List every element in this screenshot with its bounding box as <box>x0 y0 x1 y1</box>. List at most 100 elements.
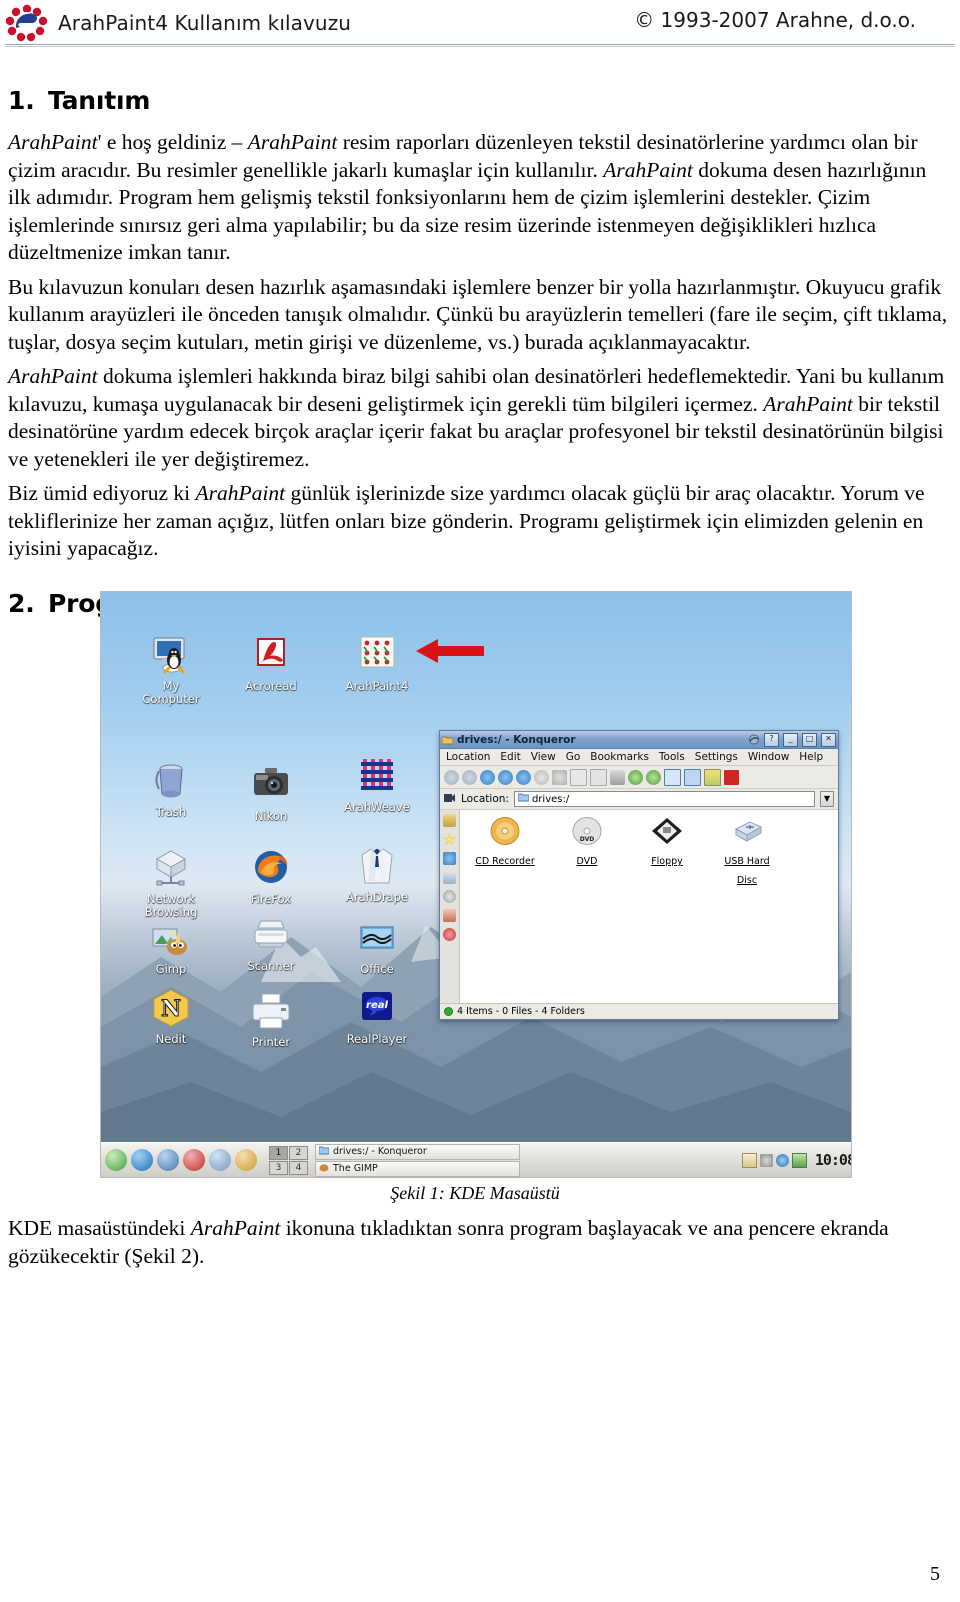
location-input[interactable]: drives:/ <box>513 791 815 807</box>
konqueror-window[interactable]: drives:/ - Konqueror ? _ □ ✕ Location Ed… <box>439 730 839 1020</box>
pager-desktop-2[interactable]: 2 <box>289 1145 308 1160</box>
minimize-window-button[interactable]: _ <box>783 732 798 747</box>
desktop-icon-label: Acroread <box>245 679 297 693</box>
menu-window[interactable]: Window <box>748 751 789 763</box>
print-icon[interactable] <box>610 769 625 785</box>
paragraph-3: ArahPaint dokuma işlemleri hakkında bira… <box>8 364 945 471</box>
kmenu-icon[interactable] <box>105 1149 127 1171</box>
help-icon[interactable] <box>183 1149 205 1171</box>
desktop-icon-network-browsing[interactable]: Network Browsing <box>123 847 219 919</box>
menu-bookmarks[interactable]: Bookmarks <box>590 751 649 763</box>
stop-icon[interactable] <box>534 769 549 785</box>
close-window-button[interactable]: ✕ <box>821 732 836 747</box>
menu-help[interactable]: Help <box>799 751 823 763</box>
desktop-icon-label: My Computer <box>142 679 200 706</box>
forward-icon[interactable] <box>480 769 495 785</box>
view-detail-mode[interactable] <box>684 768 701 786</box>
system-tray[interactable]: 10:08 <box>741 1151 851 1169</box>
network-tray-icon[interactable] <box>775 1153 789 1167</box>
services-icon[interactable] <box>443 928 456 941</box>
desktop-icon-office[interactable]: Office <box>329 917 425 976</box>
konqueror-logo-icon[interactable] <box>724 769 739 785</box>
drive-dvd[interactable]: DVD DVD <box>548 816 626 868</box>
copy-icon[interactable] <box>570 768 587 786</box>
desktop-icon-nedit[interactable]: N Nedit <box>123 987 219 1046</box>
up-icon[interactable] <box>444 769 459 785</box>
drive-cd-recorder[interactable]: CD Recorder <box>466 816 544 868</box>
help-window-button[interactable]: ? <box>764 732 779 747</box>
kde-taskbar[interactable]: 1 2 3 4 drives:/ - Konqueror The GIMP 10… <box>101 1142 851 1177</box>
menu-tools[interactable]: Tools <box>659 751 685 763</box>
location-label: Location: <box>461 793 509 805</box>
pager-desktop-4[interactable]: 4 <box>289 1160 308 1175</box>
location-dropdown-icon[interactable]: ▼ <box>820 791 834 807</box>
task-label: drives:/ - Konqueror <box>333 1146 427 1157</box>
desktop-icon-realplayer[interactable]: real RealPlayer <box>329 987 425 1046</box>
desktop-icon-arahweave[interactable]: ArahWeave <box>329 755 425 814</box>
history-icon[interactable] <box>443 814 456 827</box>
tail-paragraph-wrap: KDE masaüstündeki ArahPaint ikonuna tıkl… <box>8 1215 952 1277</box>
media-icon[interactable] <box>443 890 456 903</box>
paste-icon[interactable] <box>590 768 607 786</box>
desktop-icon-firefox[interactable]: FireFox <box>223 847 319 906</box>
desktop-icon-arahpaint4[interactable]: ArahPaint4 <box>329 634 425 693</box>
home-blue-icon[interactable] <box>443 852 456 865</box>
home-icon[interactable] <box>498 769 513 785</box>
pager-desktop-3[interactable]: 3 <box>269 1160 288 1175</box>
maximize-window-button[interactable]: □ <box>802 732 817 747</box>
svg-text:real: real <box>366 1000 388 1011</box>
task-konqueror[interactable]: drives:/ - Konqueror <box>315 1143 520 1160</box>
konqueror-toolbar[interactable] <box>440 766 838 789</box>
desktop-icon-printer[interactable]: Printer <box>223 990 319 1049</box>
home-folder-icon[interactable] <box>131 1149 153 1171</box>
menu-settings[interactable]: Settings <box>695 751 738 763</box>
header-divider <box>6 44 954 47</box>
konqueror-titlebar[interactable]: drives:/ - Konqueror ? _ □ ✕ <box>440 731 838 749</box>
desktop-icon-trash[interactable]: Trash <box>123 760 219 819</box>
desktop-icon-my-computer[interactable]: My Computer <box>123 634 219 706</box>
konqueror-file-view[interactable]: CD Recorder DVD DVD Floppy USB Hard Disc <box>460 810 838 1003</box>
network-icon[interactable] <box>443 871 456 884</box>
display-tray-icon[interactable] <box>791 1152 807 1168</box>
pager-desktop-1[interactable]: 1 <box>269 1145 288 1160</box>
drive-floppy[interactable]: Floppy <box>628 816 706 868</box>
desktop-icon-gimp[interactable]: Gimp <box>123 917 219 976</box>
menu-edit[interactable]: Edit <box>500 751 520 763</box>
cut-icon[interactable] <box>552 769 567 785</box>
konqueror-icon[interactable] <box>209 1149 231 1171</box>
desktop-icon-scanner[interactable]: Scanner <box>223 914 319 973</box>
reload-icon[interactable] <box>516 769 531 785</box>
menu-view[interactable]: View <box>531 751 556 763</box>
konqueror-sidebar[interactable] <box>440 810 460 1003</box>
bookmark-star-icon[interactable] <box>443 833 456 845</box>
view-tree-mode[interactable] <box>704 768 721 786</box>
network-browsing-icon <box>148 847 194 891</box>
klipper-icon[interactable] <box>741 1152 757 1168</box>
back-icon[interactable] <box>462 769 477 785</box>
desktop-icon-arahdrape[interactable]: ArahDrape <box>329 845 425 904</box>
konqueror-menubar[interactable]: Location Edit View Go Bookmarks Tools Se… <box>440 749 838 766</box>
image-viewer-icon[interactable] <box>157 1149 179 1171</box>
drive-usb-hard-disc[interactable]: USB Hard Disc <box>708 816 786 887</box>
location-arrow-icon <box>444 793 456 806</box>
scanner-icon <box>248 914 294 958</box>
taskbar-task-list[interactable]: drives:/ - Konqueror The GIMP <box>315 1143 520 1177</box>
office-icon <box>354 917 400 961</box>
root-folder-icon[interactable] <box>443 909 456 922</box>
printer-icon <box>248 990 294 1034</box>
zoom-out-icon[interactable] <box>646 769 661 785</box>
svg-text:N: N <box>161 996 181 1022</box>
menu-go[interactable]: Go <box>566 751 581 763</box>
desktop-icon-label: Office <box>360 962 394 976</box>
kate-icon[interactable] <box>235 1149 257 1171</box>
desktop-pager[interactable]: 1 2 3 4 <box>269 1145 308 1175</box>
task-the-gimp[interactable]: The GIMP <box>315 1160 520 1177</box>
view-icon-mode[interactable] <box>664 768 681 786</box>
konqueror-location-bar[interactable]: Location: drives:/ ▼ <box>440 789 838 810</box>
zoom-in-icon[interactable] <box>628 769 643 785</box>
desktop-icon-nikon[interactable]: Nikon <box>223 764 319 823</box>
menu-location[interactable]: Location <box>446 751 490 763</box>
desktop-icon-acroread[interactable]: Acroread <box>223 634 319 693</box>
printer-tray-icon[interactable] <box>759 1153 773 1167</box>
trash-icon <box>148 760 194 804</box>
